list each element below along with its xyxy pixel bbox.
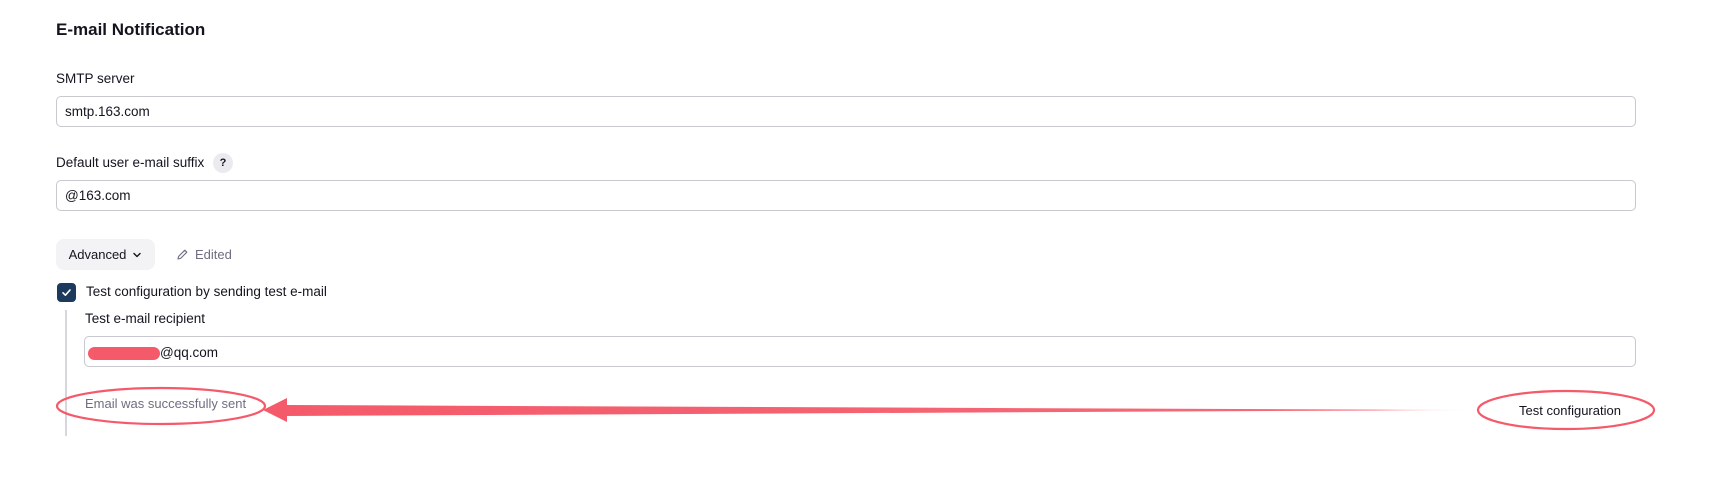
- test-recipient-input[interactable]: [84, 336, 1636, 367]
- send-status-message: Email was successfully sent: [85, 396, 247, 411]
- edited-indicator: Edited: [176, 245, 232, 263]
- annotation-arrowhead: [263, 398, 287, 422]
- chevron-down-icon: [133, 252, 142, 257]
- checkmark-icon: [62, 289, 71, 296]
- test-configuration-button[interactable]: Test configuration: [1498, 400, 1642, 422]
- advanced-button-label: Advanced: [68, 247, 127, 262]
- email-suffix-input[interactable]: @163.com: [56, 180, 1636, 211]
- test-recipient-value: @qq.com: [160, 345, 218, 360]
- test-recipient-label: Test e-mail recipient: [85, 311, 206, 326]
- annotation-overlay: [55, 386, 1656, 431]
- section-title: E-mail Notification: [56, 20, 206, 39]
- pencil-icon: [177, 249, 188, 260]
- advanced-button[interactable]: Advanced: [56, 239, 155, 270]
- redaction-mark: [88, 347, 160, 360]
- edited-label: Edited: [195, 246, 232, 262]
- smtp-server-label: SMTP server: [56, 71, 135, 86]
- smtp-server-input[interactable]: smtp.163.com: [56, 96, 1636, 127]
- email-suffix-label: Default user e-mail suffix: [56, 155, 205, 170]
- test-email-checkbox-label[interactable]: Test configuration by sending test e-mai…: [86, 284, 327, 299]
- test-email-checkbox[interactable]: [57, 283, 76, 302]
- help-icon[interactable]: ?: [213, 153, 233, 173]
- nested-section-rule: [65, 310, 67, 436]
- annotation-arrow-shaft: [285, 405, 1470, 416]
